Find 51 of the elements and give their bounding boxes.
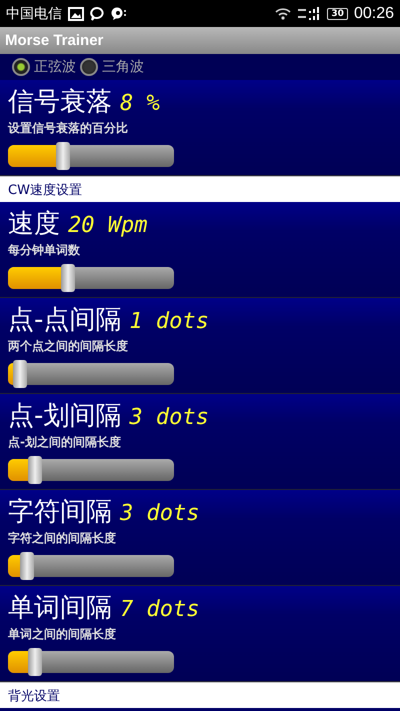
setting-row[interactable]: 点-划间隔 3 dots 点-划之间的间隔长度 <box>0 394 400 490</box>
clock: 00:26 <box>354 4 394 22</box>
slider-handle[interactable] <box>12 360 27 388</box>
setting-description: 字符之间的间隔长度 <box>8 530 116 547</box>
slider-track[interactable] <box>8 555 174 577</box>
radio-label: 正弦波 <box>34 58 76 76</box>
setting-value: 1 dots <box>129 309 209 334</box>
chat-bubble-icon <box>90 6 104 20</box>
signal-icon <box>297 6 322 20</box>
category-header: CW速度设置 <box>0 176 400 202</box>
battery-level: 30 <box>327 8 348 20</box>
setting-row[interactable]: 字符间隔 3 dots 字符之间的间隔长度 <box>0 490 400 586</box>
slider-track[interactable] <box>8 651 174 673</box>
window-title: Morse Trainer <box>5 32 104 49</box>
radio-label: 三角波 <box>102 58 144 76</box>
setting-value: 7 dots <box>120 597 200 622</box>
setting-description: 点-划之间的间隔长度 <box>8 434 121 451</box>
setting-row[interactable]: 点-点间隔 1 dots 两个点之间的间隔长度 <box>0 298 400 394</box>
slider-handle[interactable] <box>56 142 70 170</box>
slider-handle[interactable] <box>20 552 34 580</box>
setting-value: 3 dots <box>120 501 200 526</box>
slider-track[interactable] <box>8 267 174 289</box>
slider-track[interactable] <box>8 363 174 385</box>
setting-row[interactable]: 信号衰落 8 % 设置信号衰落的百分比 <box>0 80 400 176</box>
slider-handle[interactable] <box>28 648 42 676</box>
setting-description: 两个点之间的间隔长度 <box>8 338 128 355</box>
setting-value: 3 dots <box>129 405 209 430</box>
category-header: 背光设置 <box>0 682 400 708</box>
slider-track[interactable] <box>8 459 174 481</box>
setting-title: 单词间隔 <box>8 592 112 624</box>
carrier-name: 中国电信 <box>6 4 62 22</box>
setting-description: 每分钟单词数 <box>8 242 80 259</box>
slider-track[interactable] <box>8 145 174 167</box>
setting-title: 点-点间隔 <box>8 304 122 336</box>
setting-title: 字符间隔 <box>8 496 112 528</box>
wifi-icon <box>275 7 292 20</box>
setting-description: 设置信号衰落的百分比 <box>8 120 128 137</box>
setting-description: 单词之间的间隔长度 <box>8 626 116 643</box>
setting-row[interactable]: 速度 20 Wpm 每分钟单词数 <box>0 202 400 298</box>
setting-row[interactable]: 单词间隔 7 dots 单词之间的间隔长度 <box>0 586 400 682</box>
setting-title: 速度 <box>8 208 60 240</box>
setting-value: 8 % <box>120 91 160 116</box>
setting-title: 点-划间隔 <box>8 400 122 432</box>
slider-handle[interactable] <box>61 264 76 292</box>
setting-value: 20 Wpm <box>68 213 148 238</box>
setting-title: 信号衰落 <box>8 86 112 118</box>
radio-option[interactable]: 正弦波 <box>12 58 76 76</box>
radio-option[interactable]: 三角波 <box>80 58 144 76</box>
picture-icon <box>68 6 84 20</box>
slider-handle[interactable] <box>28 456 42 484</box>
chat-bubble-icon <box>110 6 128 20</box>
